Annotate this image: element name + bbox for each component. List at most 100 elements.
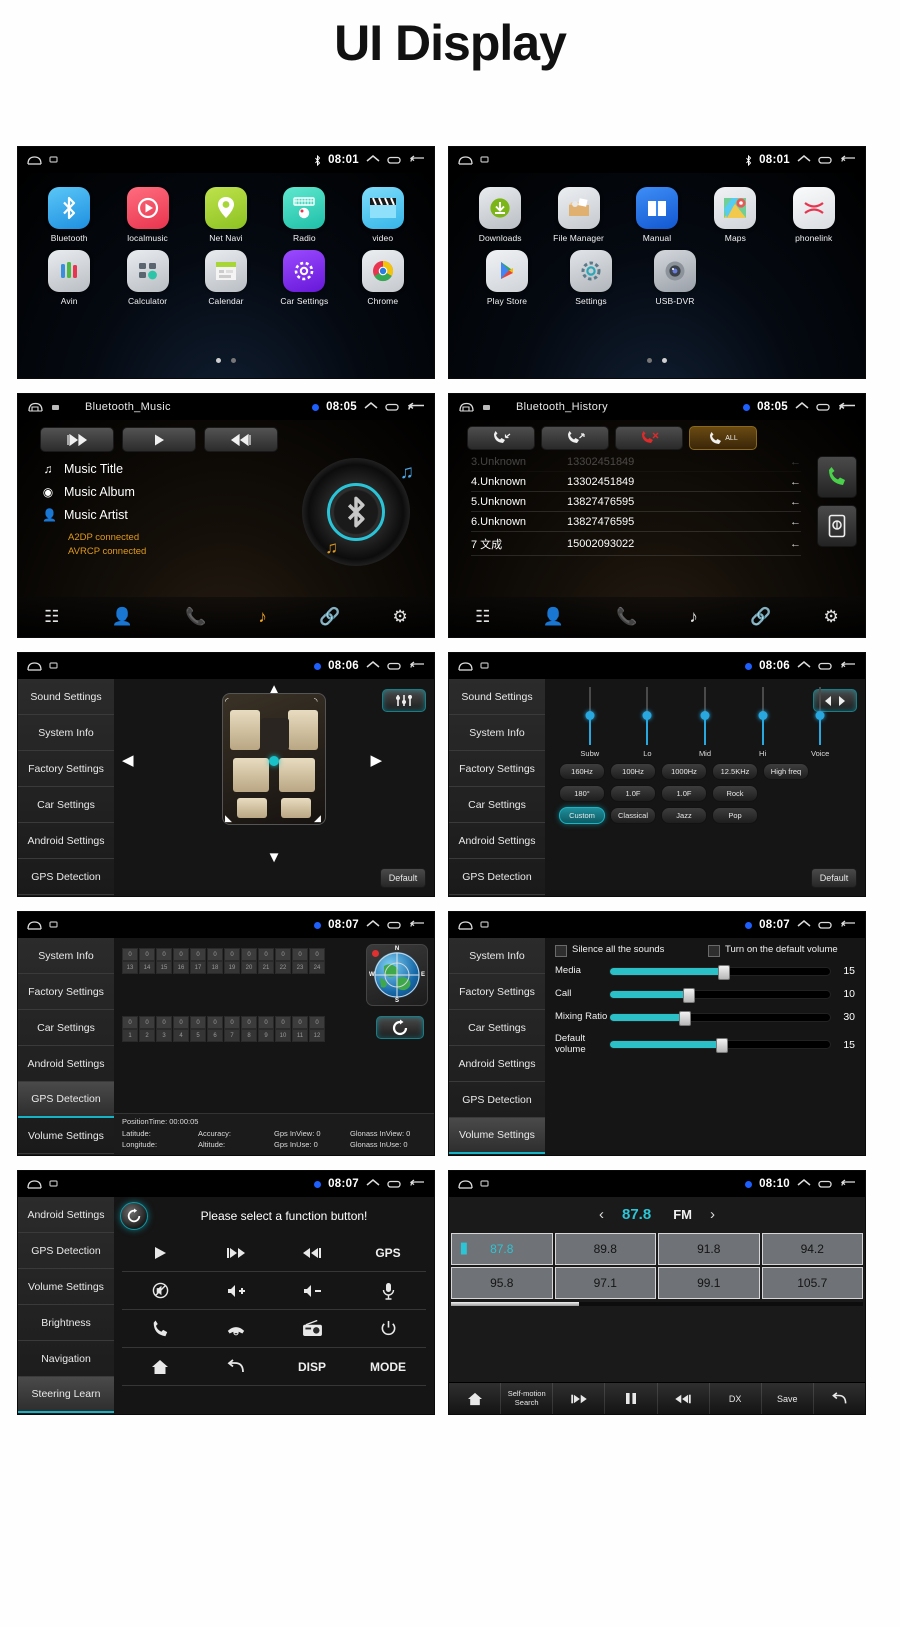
music-icon[interactable]: ♪ bbox=[258, 607, 267, 627]
app-usb-dvr[interactable]: USB-DVR bbox=[639, 250, 711, 306]
link-icon[interactable]: 🔗 bbox=[750, 607, 771, 627]
recents-icon[interactable] bbox=[49, 156, 58, 164]
recent-apps-icon[interactable] bbox=[818, 920, 834, 930]
sidebar-item-gps-detection[interactable]: GPS Detection bbox=[449, 1082, 545, 1118]
page-dot-1[interactable] bbox=[647, 358, 652, 363]
preset-button-jazz[interactable]: Jazz bbox=[661, 807, 707, 824]
recent-apps-icon[interactable] bbox=[818, 1179, 834, 1189]
chevron-up-icon[interactable] bbox=[797, 661, 811, 671]
steering-mic-button[interactable] bbox=[350, 1272, 426, 1310]
back-icon[interactable] bbox=[839, 402, 856, 413]
checkbox-silence-all[interactable]: Silence all the sounds bbox=[555, 944, 702, 957]
reset-button[interactable] bbox=[120, 1202, 148, 1230]
sidebar-item-android-settings[interactable]: Android Settings bbox=[449, 1046, 545, 1082]
chevron-up-icon[interactable] bbox=[366, 661, 380, 671]
incoming-calls-tab[interactable] bbox=[467, 426, 535, 450]
home-icon[interactable] bbox=[27, 155, 42, 166]
back-icon[interactable] bbox=[841, 155, 856, 165]
app-radio[interactable]: Radio bbox=[268, 187, 340, 243]
steering-back-button[interactable] bbox=[198, 1348, 274, 1386]
slider-track[interactable] bbox=[609, 1038, 831, 1054]
page-dot-2[interactable] bbox=[231, 358, 236, 363]
app-localmusic[interactable]: localmusic bbox=[112, 187, 184, 243]
slider-knob[interactable] bbox=[683, 987, 696, 1003]
app-video[interactable]: video bbox=[347, 187, 419, 243]
param-button[interactable]: 1.0F bbox=[661, 785, 707, 802]
tuning-progress-bar[interactable] bbox=[451, 1302, 863, 1306]
sidebar-item-navigation[interactable]: Navigation bbox=[18, 1341, 114, 1377]
sidebar-item-factory-settings[interactable]: Factory Settings bbox=[18, 751, 114, 787]
freq-button[interactable]: 1000Hz bbox=[661, 763, 707, 780]
home-icon[interactable] bbox=[27, 661, 42, 672]
link-icon[interactable]: 🔗 bbox=[319, 607, 340, 627]
back-icon[interactable] bbox=[841, 920, 856, 930]
sidebar-item-car-settings[interactable]: Car Settings bbox=[449, 787, 545, 823]
preset-button[interactable]: 97.1 bbox=[554, 1267, 656, 1299]
app-calendar[interactable]: Calendar bbox=[190, 250, 262, 306]
recents-icon[interactable] bbox=[49, 1180, 58, 1188]
sidebar-item-system-info[interactable]: System Info bbox=[18, 715, 114, 751]
home-icon[interactable] bbox=[458, 1179, 473, 1190]
default-button[interactable]: Default bbox=[380, 868, 426, 888]
steering-power-button[interactable] bbox=[350, 1310, 426, 1348]
table-row[interactable]: 3.Unknown 13302451849 ← bbox=[471, 452, 801, 472]
back-icon[interactable] bbox=[410, 1179, 425, 1189]
default-button[interactable]: Default bbox=[811, 868, 857, 888]
sidebar-item-factory-settings[interactable]: Factory Settings bbox=[18, 974, 114, 1010]
back-icon[interactable] bbox=[410, 155, 425, 165]
recent-apps-icon[interactable] bbox=[387, 1179, 403, 1189]
app-car-settings[interactable]: Car Settings bbox=[268, 250, 340, 306]
param-button[interactable]: 1.0F bbox=[610, 785, 656, 802]
home-icon[interactable] bbox=[458, 155, 473, 166]
home-icon[interactable] bbox=[27, 1179, 42, 1190]
sidebar-item-android-settings[interactable]: Android Settings bbox=[18, 1046, 114, 1082]
preset-button[interactable]: 99.1 bbox=[658, 1267, 760, 1299]
home-icon[interactable] bbox=[458, 920, 473, 931]
steering-prev-button[interactable] bbox=[198, 1234, 274, 1272]
sidebar-item-android-settings[interactable]: Android Settings bbox=[18, 823, 114, 859]
slider-knob[interactable] bbox=[678, 1010, 691, 1026]
page-dot-1[interactable] bbox=[216, 358, 221, 363]
home-icon[interactable] bbox=[27, 920, 42, 931]
chevron-up-icon[interactable] bbox=[797, 155, 811, 165]
sidebar-item-gps-detection[interactable]: GPS Detection bbox=[449, 859, 545, 895]
radio-prev-button[interactable] bbox=[553, 1383, 606, 1414]
sidebar-item-sound-settings[interactable]: Sound Settings bbox=[18, 679, 114, 715]
sidebar-item-system-info[interactable]: System Info bbox=[449, 715, 545, 751]
steering-volume-down-button[interactable] bbox=[274, 1272, 350, 1310]
table-row[interactable]: 4.Unknown 13302451849 ← bbox=[471, 472, 801, 492]
home-icon[interactable] bbox=[27, 401, 44, 413]
dialpad-icon[interactable]: ☷ bbox=[44, 607, 59, 627]
steering-disp-button[interactable]: DISP bbox=[274, 1348, 350, 1386]
app-net-navi[interactable]: Net Navi bbox=[190, 187, 262, 243]
sidebar-item-car-settings[interactable]: Car Settings bbox=[18, 1010, 114, 1046]
chevron-up-icon[interactable] bbox=[366, 920, 380, 930]
freq-button[interactable]: 12.5KHz bbox=[712, 763, 758, 780]
preset-button-classical[interactable]: Classical bbox=[610, 807, 656, 824]
radio-dx-button[interactable]: DX bbox=[710, 1383, 762, 1414]
sidebar-item-android-settings[interactable]: Android Settings bbox=[449, 823, 545, 859]
chevron-up-icon[interactable] bbox=[366, 155, 380, 165]
param-button[interactable]: 180° bbox=[559, 785, 605, 802]
freq-button[interactable]: 160Hz bbox=[559, 763, 605, 780]
app-bluetooth[interactable]: Bluetooth bbox=[33, 187, 105, 243]
radio-back-button[interactable] bbox=[814, 1383, 865, 1414]
dial-call-button[interactable] bbox=[817, 456, 857, 498]
sidebar-item-gps-detection[interactable]: GPS Detection bbox=[18, 859, 114, 895]
sidebar-item-car-settings[interactable]: Car Settings bbox=[18, 787, 114, 823]
app-maps[interactable]: Maps bbox=[699, 187, 771, 243]
seat-right-arrow[interactable]: ▶ bbox=[370, 751, 382, 769]
app-play-store[interactable]: Play Store bbox=[471, 250, 543, 306]
app-chrome[interactable]: Chrome bbox=[347, 250, 419, 306]
sidebar-item-brightness[interactable]: Brightness bbox=[18, 1305, 114, 1341]
all-calls-tab[interactable]: ALL bbox=[689, 426, 757, 450]
call-icon[interactable]: 📞 bbox=[185, 607, 206, 627]
slider-lo[interactable]: Lo bbox=[628, 687, 666, 758]
preset-button[interactable]: 94.2 bbox=[761, 1233, 863, 1265]
recent-apps-icon[interactable] bbox=[387, 920, 403, 930]
steering-mute-button[interactable] bbox=[122, 1272, 198, 1310]
slider-knob[interactable] bbox=[716, 1038, 729, 1054]
slider-hi[interactable]: Hi bbox=[744, 687, 782, 758]
preset-button[interactable]: 89.8 bbox=[554, 1233, 656, 1265]
freq-button[interactable]: 100Hz bbox=[610, 763, 656, 780]
